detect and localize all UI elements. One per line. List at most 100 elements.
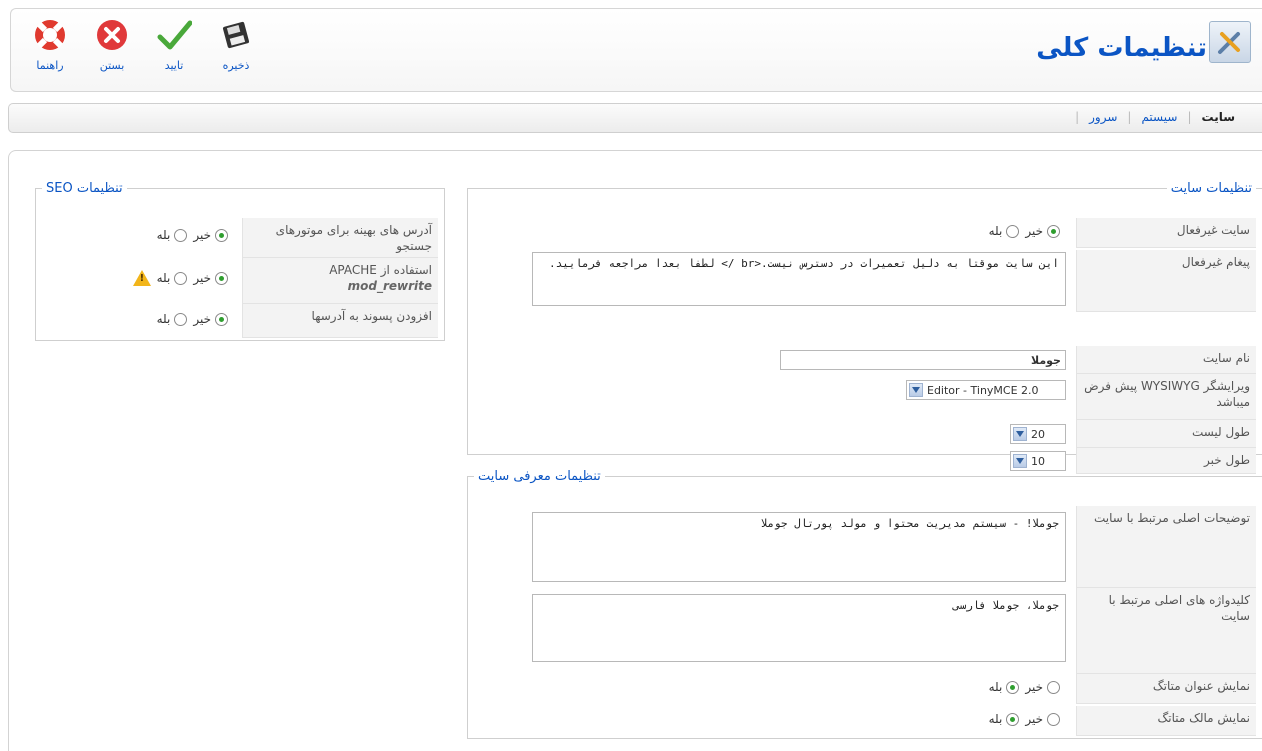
description-row: توضیحات اصلی مرتبط با سایت جوملا! - سیست… — [474, 506, 1256, 589]
list-length-selected: 20 — [1031, 427, 1045, 441]
suffix-no-option[interactable]: خیر — [193, 312, 228, 326]
option-label: خیر — [1025, 224, 1043, 238]
rewrite-radio-group: خیر بله ! — [131, 270, 228, 286]
site-settings-fieldset: تنظیمات سایت سایت غیرفعال خیر بله پیغام … — [467, 181, 1262, 475]
editor-select[interactable]: Editor - TinyMCE 2.0 — [906, 380, 1066, 400]
apply-button[interactable]: تایید — [143, 17, 205, 72]
option-label: بله — [988, 712, 1003, 726]
tab-server[interactable]: سرور — [1079, 110, 1127, 124]
rewrite-row: استفاده از APACHE mod_rewrite خیر بله ! — [42, 258, 438, 305]
offline-message-row: پیغام غیرفعال این سایت موقتا به دلیل تعم… — [474, 250, 1256, 313]
sef-label: آدرس های بهینه برای موتورهای جستجو — [242, 218, 438, 258]
keywords-row: کلیدواژه های اصلی مرتبط با سایت جوملا، ج… — [474, 588, 1256, 675]
show-author-label: نمایش مالک متاتگ — [1076, 706, 1256, 736]
warning-icon: ! — [132, 270, 151, 286]
submenu-bar: سایت | سیستم | سرور | — [8, 103, 1262, 133]
offline-label: سایت غیرفعال — [1076, 218, 1256, 248]
show-author-no-option[interactable]: خیر — [1025, 712, 1060, 726]
help-button[interactable]: راهنما — [19, 17, 81, 72]
meta-settings-fieldset: تنظیمات معرفی سایت توضیحات اصلی مرتبط با… — [467, 469, 1262, 739]
radio-button[interactable] — [1047, 680, 1060, 694]
option-label: بله — [156, 312, 171, 326]
help-label: راهنما — [36, 59, 64, 72]
meta-settings-legend: تنظیمات معرفی سایت — [478, 469, 601, 484]
suffix-radio-group: خیر بله — [151, 312, 228, 326]
option-label: خیر — [1025, 680, 1043, 694]
description-textarea[interactable]: جوملا! - سیستم مدیریت محتوا و مولد پورتا… — [532, 512, 1066, 582]
radio-button[interactable] — [215, 228, 228, 242]
site-settings-legend: تنظیمات سایت — [1170, 181, 1252, 196]
chevron-down-icon — [909, 383, 923, 397]
sef-no-option[interactable]: خیر — [193, 228, 228, 242]
close-button[interactable]: بستن — [81, 17, 143, 72]
site-name-label: نام سایت — [1076, 346, 1256, 374]
show-author-radio-group: خیر بله — [983, 712, 1060, 726]
radio-button[interactable] — [215, 271, 228, 285]
floppy-disk-icon — [222, 21, 250, 49]
site-name-row: نام سایت جوملا — [474, 346, 1256, 375]
apply-label: تایید — [164, 59, 184, 72]
option-label: بله — [988, 680, 1003, 694]
radio-button[interactable] — [215, 312, 228, 326]
content-panel: تنظیمات سایت سایت غیرفعال خیر بله پیغام … — [8, 150, 1262, 751]
radio-button[interactable] — [174, 228, 188, 242]
radio-button[interactable] — [1006, 712, 1020, 726]
suffix-row: افزودن پسوند به آدرسها خیر بله — [42, 304, 438, 339]
radio-button[interactable] — [1006, 680, 1020, 694]
chevron-down-icon — [1013, 427, 1027, 441]
offline-no-option[interactable]: خیر — [1025, 224, 1060, 238]
show-title-no-option[interactable]: خیر — [1025, 680, 1060, 694]
news-length-select[interactable]: 10 — [1010, 451, 1066, 471]
sef-radio-group: خیر بله — [151, 228, 228, 242]
save-button[interactable]: ذخیره — [205, 17, 267, 72]
seo-settings-fieldset: تنظیمات SEO آدرس های بهینه برای موتورهای… — [35, 181, 445, 341]
chevron-down-icon — [1013, 454, 1027, 468]
show-author-row: نمایش مالک متاتگ خیر بله — [474, 706, 1256, 737]
seo-settings-legend: تنظیمات SEO — [46, 181, 123, 196]
toolbar: راهنما بستن تایید ذخیره — [19, 17, 267, 72]
show-author-yes-option[interactable]: بله — [989, 712, 1020, 726]
site-name-input[interactable]: جوملا — [780, 350, 1066, 370]
toolbar-header: راهنما بستن تایید ذخیره تنظیمات کلی — [10, 8, 1262, 92]
rewrite-label: استفاده از APACHE — [329, 263, 432, 277]
sef-yes-option[interactable]: بله — [157, 228, 188, 242]
offline-row: سایت غیرفعال خیر بله — [474, 218, 1256, 249]
close-circle-icon — [97, 20, 127, 50]
option-label: خیر — [193, 271, 211, 285]
offline-yes-option[interactable]: بله — [989, 224, 1020, 238]
save-label: ذخیره — [222, 59, 250, 72]
offline-radio-group: خیر بله — [983, 224, 1060, 238]
rewrite-yes-option[interactable]: بله — [157, 271, 188, 285]
keywords-textarea[interactable]: جوملا، جوملا فارسی — [532, 594, 1066, 662]
option-label: خیر — [1025, 712, 1043, 726]
editor-row: ویرایشگر WYSIWYG پیش فرض میباشد Editor -… — [474, 374, 1256, 421]
checkmark-icon — [157, 20, 192, 50]
option-label: بله — [988, 224, 1003, 238]
show-title-row: نمایش عنوان متاتگ خیر بله — [474, 674, 1256, 705]
radio-button[interactable] — [1047, 712, 1060, 726]
radio-button[interactable] — [1047, 224, 1060, 238]
option-label: خیر — [193, 312, 211, 326]
close-label: بستن — [99, 59, 125, 72]
sef-row: آدرس های بهینه برای موتورهای جستجو خیر ب… — [42, 218, 438, 259]
list-length-label: طول لیست — [1076, 420, 1256, 448]
radio-button[interactable] — [174, 271, 188, 285]
option-label: خیر — [193, 228, 211, 242]
tab-site[interactable]: سایت — [1191, 110, 1245, 124]
option-label: بله — [156, 228, 171, 242]
suffix-yes-option[interactable]: بله — [157, 312, 188, 326]
news-length-selected: 10 — [1031, 454, 1045, 468]
description-label: توضیحات اصلی مرتبط با سایت — [1076, 506, 1256, 588]
keywords-label: کلیدواژه های اصلی مرتبط با سایت — [1076, 588, 1256, 674]
show-title-label: نمایش عنوان متاتگ — [1076, 674, 1256, 704]
offline-message-textarea[interactable]: این سایت موقتا به دلیل تعمیرات در دسترس … — [532, 252, 1066, 306]
list-length-select[interactable]: 20 — [1010, 424, 1066, 444]
radio-button[interactable] — [174, 312, 188, 326]
option-label: بله — [156, 271, 171, 285]
radio-button[interactable] — [1006, 224, 1020, 238]
tab-system[interactable]: سیستم — [1131, 110, 1187, 124]
editor-selected: Editor - TinyMCE 2.0 — [927, 383, 1039, 397]
page-title: تنظیمات کلی — [1036, 33, 1207, 63]
show-title-yes-option[interactable]: بله — [989, 680, 1020, 694]
rewrite-no-option[interactable]: خیر — [193, 271, 228, 285]
